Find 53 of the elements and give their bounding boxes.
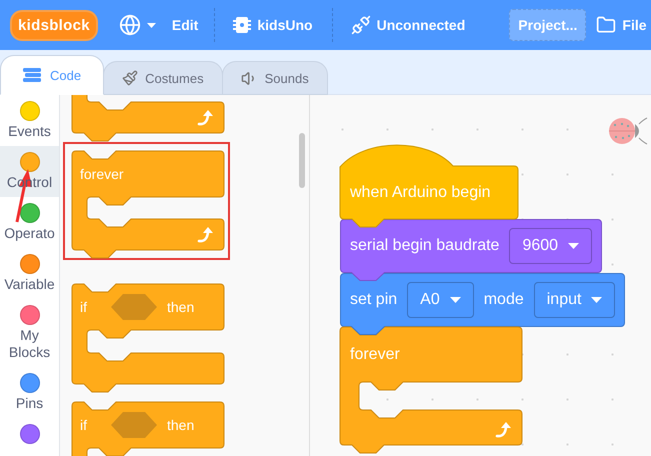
connection-menu[interactable]: Unconnected	[350, 15, 466, 35]
unplugged-icon	[350, 15, 371, 35]
board-menu[interactable]: kidsUno	[233, 16, 313, 34]
caret-icon	[591, 297, 602, 303]
condition-slot[interactable]	[111, 294, 157, 320]
paintbrush-icon	[122, 70, 138, 86]
chip-icon	[233, 16, 252, 34]
app-logo[interactable]: kidsblock	[12, 12, 96, 38]
globe-icon	[118, 14, 141, 36]
connector-tab	[351, 272, 385, 281]
dropdown-field[interactable]: input	[534, 282, 616, 318]
code-blocks-icon	[23, 68, 43, 82]
editor-tab[interactable]: Code	[0, 55, 104, 95]
caret-icon	[450, 297, 461, 303]
c-block[interactable]: forever	[340, 327, 522, 453]
project-menu[interactable]: Project...	[509, 9, 586, 41]
block-label: forever	[350, 346, 400, 364]
edit-menu[interactable]: Edit	[172, 17, 198, 33]
file-menu[interactable]: File	[596, 15, 647, 35]
block-label: if	[80, 417, 87, 433]
block-label: serial begin baudrate	[350, 237, 500, 255]
category-label: Variable	[4, 276, 55, 293]
block-label: then	[167, 417, 194, 433]
folder-icon	[596, 15, 616, 35]
block-label: set pin	[350, 291, 398, 309]
language-menu[interactable]	[118, 14, 156, 36]
category-label: Operato	[4, 225, 55, 242]
c-block[interactable]: forever	[72, 151, 224, 258]
c-block[interactable]: if then	[72, 402, 224, 456]
category-item[interactable]: Variable	[0, 248, 59, 299]
block-label: then	[167, 299, 194, 315]
caret-icon	[568, 243, 580, 249]
editor-tab[interactable]: Sounds	[222, 61, 328, 95]
hat-block[interactable]: when Arduino begin	[340, 145, 518, 227]
category-label: Pins	[16, 395, 44, 412]
block-label: mode	[484, 291, 524, 309]
block-label: when Arduino begin	[350, 184, 491, 202]
condition-slot[interactable]	[111, 412, 157, 438]
c-block[interactable]: if then	[72, 284, 224, 392]
category-label: My Blocks	[8, 327, 52, 361]
dropdown-field[interactable]: A0	[407, 282, 474, 318]
category-label: Events	[8, 123, 51, 140]
category-item[interactable]: Events	[0, 95, 59, 146]
caret-icon	[146, 22, 156, 28]
category-item[interactable]: Operato	[0, 197, 59, 248]
category-item[interactable]: Pins	[0, 367, 59, 418]
category-item[interactable]: My Blocks	[0, 299, 59, 367]
editor-tab[interactable]: Costumes	[103, 61, 223, 95]
dropdown-field[interactable]: 9600	[509, 228, 592, 264]
connector-tab	[351, 326, 385, 335]
scrollbar-thumb[interactable]	[299, 133, 305, 188]
block-label: if	[80, 299, 87, 315]
block-label: forever	[80, 166, 124, 182]
